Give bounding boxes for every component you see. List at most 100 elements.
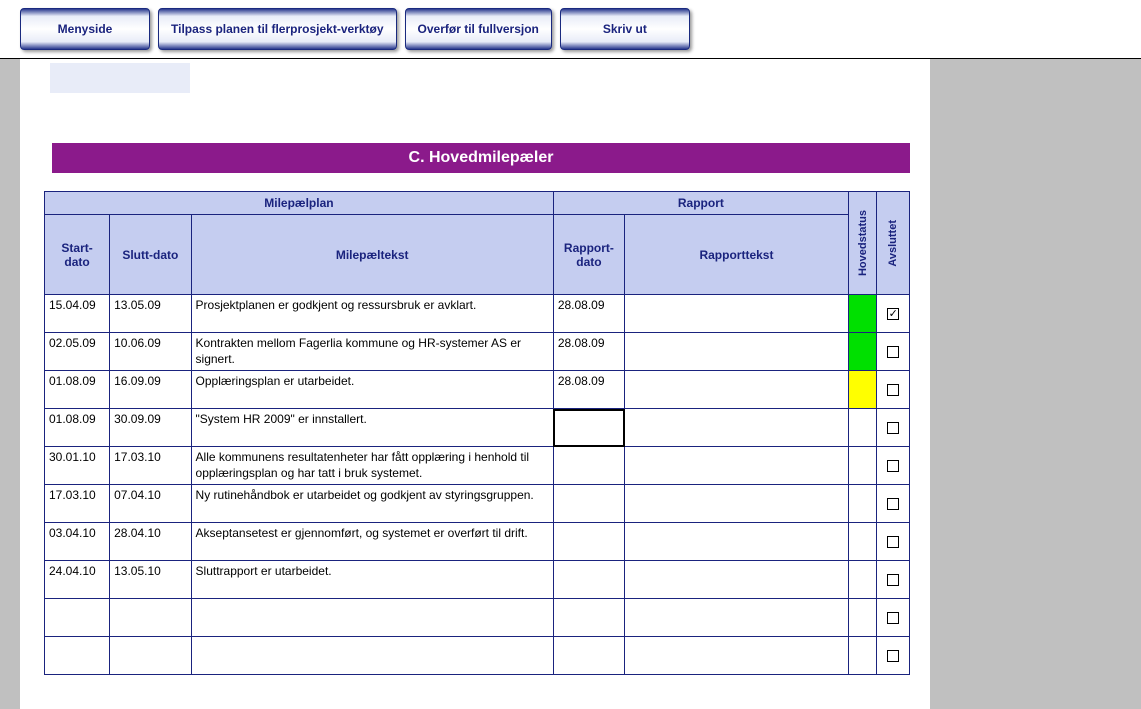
cell-milepaeltekst[interactable]: Alle kommunens resultatenheter har fått …: [191, 447, 553, 485]
cell-hovedstatus[interactable]: [848, 523, 876, 561]
tilpass-button[interactable]: Tilpass planen til flerprosjekt-verktøy: [158, 8, 397, 50]
cell-milepaeltekst[interactable]: [191, 599, 553, 637]
cell-avsluttet[interactable]: [877, 371, 910, 409]
cell-rapporttekst[interactable]: [625, 485, 849, 523]
cell-rapporttekst[interactable]: [625, 523, 849, 561]
cell-milepaeltekst[interactable]: Ny rutinehåndbok er utarbeidet og godkje…: [191, 485, 553, 523]
cell-hovedstatus[interactable]: [848, 485, 876, 523]
page: C. Hovedmilepæler Milepælplan Rapport Ho…: [20, 59, 930, 709]
cell-hovedstatus[interactable]: [848, 599, 876, 637]
cell-slutt-dato[interactable]: 07.04.10: [110, 485, 191, 523]
cell-rapport-dato[interactable]: [553, 599, 624, 637]
cell-hovedstatus[interactable]: [848, 561, 876, 599]
blank-field[interactable]: [50, 63, 190, 93]
checkbox-icon[interactable]: [887, 574, 899, 586]
cell-milepaeltekst[interactable]: Kontrakten mellom Fagerlia kommune og HR…: [191, 333, 553, 371]
cell-hovedstatus[interactable]: [848, 637, 876, 675]
cell-milepaeltekst[interactable]: Prosjektplanen er godkjent og ressursbru…: [191, 295, 553, 333]
cell-rapport-dato[interactable]: [553, 523, 624, 561]
cell-rapporttekst[interactable]: [625, 371, 849, 409]
cell-start-dato[interactable]: 03.04.10: [45, 523, 110, 561]
cell-milepaeltekst[interactable]: Akseptansetest er gjennomført, og system…: [191, 523, 553, 561]
cell-slutt-dato[interactable]: 13.05.10: [110, 561, 191, 599]
cell-start-dato[interactable]: [45, 637, 110, 675]
header-avsluttet: Avsluttet: [877, 192, 910, 295]
cell-rapporttekst[interactable]: [625, 637, 849, 675]
cell-slutt-dato[interactable]: 13.05.09: [110, 295, 191, 333]
section-banner: C. Hovedmilepæler: [52, 143, 910, 173]
table-row: [45, 637, 910, 675]
cell-rapport-dato[interactable]: 28.08.09: [553, 333, 624, 371]
cell-avsluttet[interactable]: ✓: [877, 295, 910, 333]
cell-milepaeltekst[interactable]: "System HR 2009" er innstallert.: [191, 409, 553, 447]
cell-start-dato[interactable]: 01.08.09: [45, 371, 110, 409]
milestone-table: Milepælplan Rapport Hovedstatus Avslutte…: [44, 191, 910, 675]
checkbox-icon[interactable]: ✓: [887, 308, 899, 320]
cell-milepaeltekst[interactable]: [191, 637, 553, 675]
cell-slutt-dato[interactable]: 17.03.10: [110, 447, 191, 485]
table-row: 01.08.0930.09.09"System HR 2009" er inns…: [45, 409, 910, 447]
cell-slutt-dato[interactable]: 10.06.09: [110, 333, 191, 371]
cell-rapport-dato[interactable]: [553, 485, 624, 523]
cell-start-dato[interactable]: [45, 599, 110, 637]
checkbox-icon[interactable]: [887, 536, 899, 548]
checkbox-icon[interactable]: [887, 650, 899, 662]
cell-rapport-dato[interactable]: [553, 409, 624, 447]
checkbox-icon[interactable]: [887, 346, 899, 358]
skrivut-button[interactable]: Skriv ut: [560, 8, 690, 50]
cell-avsluttet[interactable]: [877, 561, 910, 599]
cell-rapport-dato[interactable]: [553, 637, 624, 675]
cell-rapporttekst[interactable]: [625, 333, 849, 371]
header-rapport-dato: Rapport-dato: [553, 215, 624, 295]
cell-rapport-dato[interactable]: [553, 447, 624, 485]
cell-milepaeltekst[interactable]: Opplæringsplan er utarbeidet.: [191, 371, 553, 409]
cell-rapport-dato[interactable]: [553, 561, 624, 599]
checkbox-icon[interactable]: [887, 498, 899, 510]
header-milepaeltekst: Milepæltekst: [191, 215, 553, 295]
cell-start-dato[interactable]: 01.08.09: [45, 409, 110, 447]
cell-slutt-dato[interactable]: [110, 637, 191, 675]
cell-rapporttekst[interactable]: [625, 599, 849, 637]
cell-avsluttet[interactable]: [877, 409, 910, 447]
header-slutt-dato: Slutt-dato: [110, 215, 191, 295]
table-row: 24.04.1013.05.10Sluttrapport er utarbeid…: [45, 561, 910, 599]
cell-start-dato[interactable]: 17.03.10: [45, 485, 110, 523]
cell-hovedstatus[interactable]: [848, 371, 876, 409]
cell-slutt-dato[interactable]: 30.09.09: [110, 409, 191, 447]
cell-avsluttet[interactable]: [877, 637, 910, 675]
checkbox-icon[interactable]: [887, 384, 899, 396]
cell-slutt-dato[interactable]: 28.04.10: [110, 523, 191, 561]
cell-avsluttet[interactable]: [877, 599, 910, 637]
menyside-button[interactable]: Menyside: [20, 8, 150, 50]
cell-avsluttet[interactable]: [877, 523, 910, 561]
header-group-rapport: Rapport: [553, 192, 848, 215]
cell-slutt-dato[interactable]: 16.09.09: [110, 371, 191, 409]
cell-start-dato[interactable]: 30.01.10: [45, 447, 110, 485]
cell-rapporttekst[interactable]: [625, 447, 849, 485]
cell-rapport-dato[interactable]: 28.08.09: [553, 371, 624, 409]
cell-start-dato[interactable]: 02.05.09: [45, 333, 110, 371]
cell-hovedstatus[interactable]: [848, 447, 876, 485]
cell-rapporttekst[interactable]: [625, 561, 849, 599]
cell-avsluttet[interactable]: [877, 447, 910, 485]
cell-rapport-dato[interactable]: 28.08.09: [553, 295, 624, 333]
header-start-dato: Start-dato: [45, 215, 110, 295]
header-rapporttekst: Rapporttekst: [625, 215, 849, 295]
cell-rapporttekst[interactable]: [625, 409, 849, 447]
cell-avsluttet[interactable]: [877, 485, 910, 523]
overfor-button[interactable]: Overfør til fullversjon: [405, 8, 552, 50]
checkbox-icon[interactable]: [887, 612, 899, 624]
cell-start-dato[interactable]: 24.04.10: [45, 561, 110, 599]
checkbox-icon[interactable]: [887, 460, 899, 472]
cell-hovedstatus[interactable]: [848, 295, 876, 333]
table-row: 30.01.1017.03.10Alle kommunens resultate…: [45, 447, 910, 485]
cell-hovedstatus[interactable]: [848, 333, 876, 371]
cell-milepaeltekst[interactable]: Sluttrapport er utarbeidet.: [191, 561, 553, 599]
cell-hovedstatus[interactable]: [848, 409, 876, 447]
cell-avsluttet[interactable]: [877, 333, 910, 371]
cell-rapporttekst[interactable]: [625, 295, 849, 333]
cell-slutt-dato[interactable]: [110, 599, 191, 637]
checkbox-icon[interactable]: [887, 422, 899, 434]
table-row: 17.03.1007.04.10Ny rutinehåndbok er utar…: [45, 485, 910, 523]
cell-start-dato[interactable]: 15.04.09: [45, 295, 110, 333]
